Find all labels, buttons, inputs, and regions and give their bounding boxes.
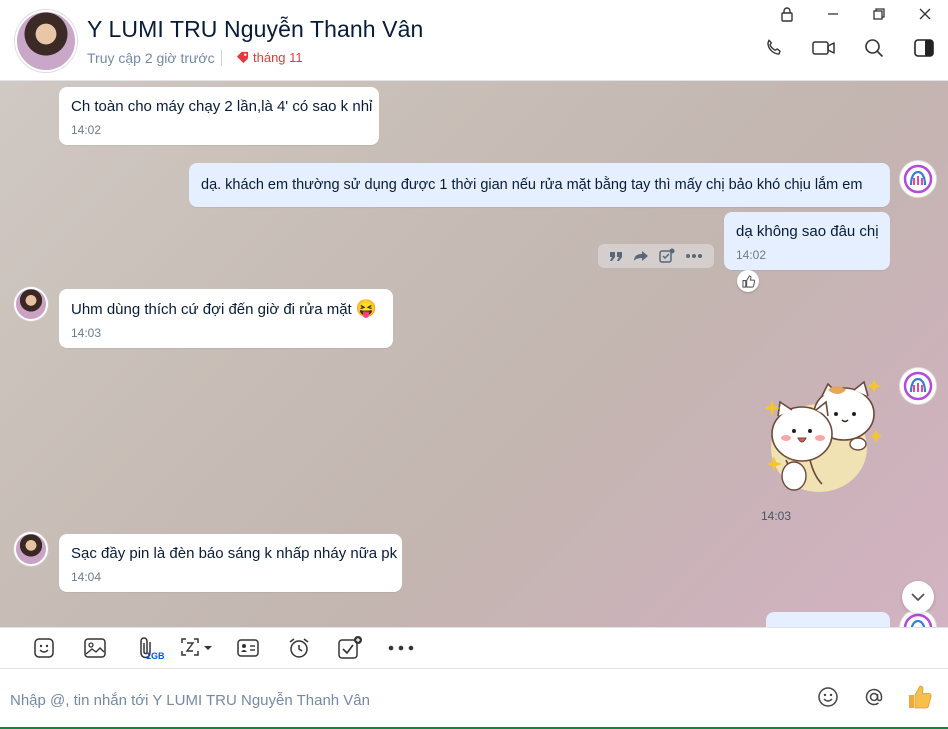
contact-tag[interactable]: tháng 11 (236, 50, 303, 65)
reaction-button[interactable] (737, 270, 759, 292)
header-actions (760, 34, 938, 62)
tag-icon (236, 51, 249, 64)
search-button[interactable] (860, 34, 888, 62)
add-task-icon[interactable] (659, 248, 675, 264)
attach-size-label: 1GB (146, 651, 165, 661)
more-icon[interactable] (685, 253, 703, 259)
last-seen-status: Truy cập 2 giờ trước (87, 50, 215, 66)
sticker-button[interactable] (18, 631, 69, 665)
at-sign-icon (865, 688, 883, 706)
like-icon (741, 274, 755, 288)
attach-file-button[interactable]: 1GB (120, 631, 171, 665)
window-controls (764, 0, 948, 28)
sticker-icon (33, 638, 54, 658)
task-icon (337, 636, 362, 659)
brand-logo-icon (903, 371, 933, 401)
image-button[interactable] (69, 631, 120, 665)
video-call-button[interactable] (810, 34, 838, 62)
message-text: dạ. khách em thường sử dụng được 1 thời … (201, 177, 863, 193)
sidebar-toggle-icon (914, 39, 934, 57)
restore-button[interactable] (856, 0, 902, 28)
contact-avatar[interactable] (15, 10, 77, 72)
message-text: Sạc đầy pin là đèn báo sáng k nhấp nháy … (71, 545, 398, 562)
message-time: 14:02 (71, 123, 102, 137)
composer-actions (814, 683, 934, 711)
screenshot-icon (180, 638, 212, 656)
message-input[interactable] (10, 687, 790, 713)
chat-header: Y LUMI TRU Nguyễn Thanh Vân Truy cập 2 g… (0, 0, 948, 81)
image-icon (83, 638, 106, 658)
emoji-button[interactable] (814, 683, 842, 711)
close-icon (919, 8, 931, 20)
message-text: Ch toàn cho máy chạy 2 lần,là 4' có sao … (71, 98, 373, 115)
brand-logo-icon (903, 164, 933, 194)
lock-button[interactable] (764, 0, 810, 28)
emoji-icon (818, 687, 838, 707)
lock-icon (781, 6, 793, 22)
search-icon (865, 39, 884, 58)
contact-avatar-small[interactable] (14, 532, 48, 566)
contact-card-icon (236, 639, 259, 657)
message-list[interactable]: Ch toàn cho máy chạy 2 lần,là 4' có sao … (0, 81, 948, 627)
message-text-row: Uhm dùng thích cứ đợi đến giờ đi rửa mặt… (71, 299, 381, 320)
message-bubble-contact[interactable]: Uhm dùng thích cứ đợi đến giờ đi rửa mặt… (59, 289, 393, 348)
contact-card-button[interactable] (222, 631, 273, 665)
message-bubble-me[interactable]: dạ. khách em thường sử dụng được 1 thời … (189, 163, 890, 207)
voice-call-button[interactable] (760, 34, 788, 62)
reminder-button[interactable] (273, 631, 324, 665)
message-composer (0, 669, 948, 729)
message-text: dạ không sao đâu chị (736, 223, 879, 240)
header-divider (221, 50, 222, 66)
contact-name[interactable]: Y LUMI TRU Nguyễn Thanh Vân (87, 16, 423, 43)
more-options-button[interactable] (375, 631, 426, 665)
tag-label: tháng 11 (253, 50, 303, 65)
message-bubble-me[interactable]: dạ không sao đâu chị 14:02 (724, 212, 890, 270)
laughing-emoji: 😝 (355, 299, 378, 318)
message-text: Uhm dùng thích cứ đợi đến giờ đi rửa mặt (71, 301, 352, 318)
brand-logo-icon (903, 613, 933, 627)
message-time: 14:02 (736, 248, 767, 262)
video-call-icon (812, 41, 835, 55)
more-icon (388, 645, 413, 651)
message-bubble-contact[interactable]: Ch toàn cho máy chạy 2 lần,là 4' có sao … (59, 87, 379, 145)
composer-toolbar: 1GB (0, 627, 948, 669)
close-button[interactable] (902, 0, 948, 28)
quick-like-button[interactable] (906, 683, 934, 711)
mention-button[interactable] (860, 683, 888, 711)
message-time: 14:03 (761, 509, 792, 523)
my-avatar[interactable] (900, 161, 936, 197)
task-button[interactable] (324, 631, 375, 665)
sidebar-toggle-button[interactable] (910, 34, 938, 62)
scroll-to-bottom-button[interactable] (902, 581, 934, 613)
chevron-down-icon (911, 593, 925, 602)
contact-avatar-small[interactable] (14, 287, 48, 321)
my-avatar[interactable] (900, 368, 936, 404)
quote-icon[interactable] (609, 250, 623, 262)
message-time: 14:03 (71, 326, 102, 340)
screenshot-button[interactable] (171, 631, 222, 665)
two-cats-sticker[interactable] (764, 376, 882, 496)
forward-icon[interactable] (633, 250, 649, 262)
reminder-icon (289, 638, 308, 658)
restore-icon (873, 8, 885, 20)
thumbs-up-icon (909, 685, 932, 709)
message-time: 14:04 (71, 570, 102, 584)
phone-icon (767, 39, 781, 55)
message-action-toolbar (598, 244, 714, 268)
minimize-icon (828, 13, 838, 15)
message-bubble-me[interactable] (766, 612, 890, 627)
message-bubble-contact[interactable]: Sạc đầy pin là đèn báo sáng k nhấp nháy … (59, 534, 402, 592)
minimize-button[interactable] (810, 0, 856, 28)
